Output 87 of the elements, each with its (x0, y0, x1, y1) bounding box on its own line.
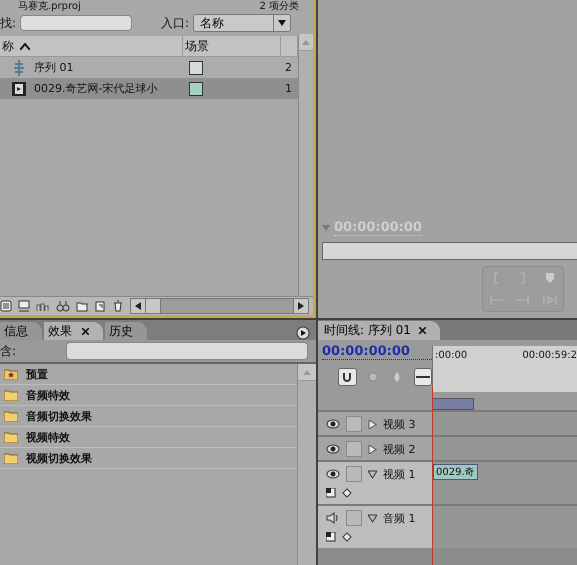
keyframe-icon (342, 532, 352, 542)
table-cell-text: 2 (284, 61, 293, 74)
folder-label: 音频切换效果 (26, 408, 92, 424)
folder-label: 音频特效 (26, 388, 70, 402)
lock-toggle[interactable] (346, 466, 362, 482)
lock-toggle[interactable] (346, 441, 362, 457)
folder-label: 预置 (26, 366, 48, 382)
panel-tab[interactable]: 信息 (0, 322, 42, 340)
folder-label: 视频特效 (26, 430, 70, 444)
effect-folder[interactable]: 视频切换效果 (0, 448, 297, 469)
trash-icon[interactable] (112, 300, 124, 312)
bin-icon[interactable] (76, 300, 88, 312)
marker-icon (368, 372, 378, 382)
eye-icon[interactable] (326, 468, 340, 480)
display-style-icon (326, 488, 336, 498)
eye-icon[interactable] (326, 418, 340, 430)
lock-toggle[interactable] (346, 416, 362, 432)
panel-tab[interactable]: 效果 (44, 322, 103, 340)
eye-icon[interactable] (326, 443, 340, 455)
folder-icon (4, 389, 18, 401)
track-label: 视频 1 (383, 466, 416, 482)
caret-icon (322, 225, 330, 231)
scrollbar[interactable] (298, 34, 313, 296)
column-header[interactable]: 场景 (183, 36, 281, 56)
mark-in-icon[interactable] (492, 272, 500, 284)
panel-tab[interactable]: 历史 (105, 322, 147, 340)
item-name: 0029.奇艺网-宋代足球小 (34, 81, 158, 96)
track-label: 视频 3 (383, 416, 416, 432)
speaker-icon[interactable] (326, 512, 340, 524)
sequence-icon (12, 60, 26, 76)
entry-dropdown[interactable]: 名称 (193, 14, 291, 32)
up-arrow-icon (303, 370, 311, 374)
search-label: 找: (0, 14, 16, 32)
play-in-out-icon[interactable] (542, 294, 558, 306)
snap-button[interactable] (338, 368, 356, 386)
marker-icon[interactable] (544, 272, 555, 284)
icon-view-icon[interactable] (18, 300, 30, 312)
left-arrow-icon (135, 302, 141, 310)
track-label: 音频 1 (383, 510, 416, 526)
caret-icon (278, 20, 286, 26)
folder-label: 视频切换效果 (26, 450, 92, 466)
scrollbar[interactable] (130, 298, 309, 314)
drop-icon (392, 372, 402, 382)
right-arrow-icon (298, 302, 304, 310)
scroll-thumb[interactable] (146, 299, 161, 313)
project-item[interactable]: 0029.奇艺网-宋代足球小 1 (0, 78, 298, 99)
list-view-icon[interactable] (0, 300, 12, 312)
go-to-out-icon[interactable] (514, 294, 531, 306)
find-icon[interactable] (56, 300, 70, 312)
item-name: 序列 01 (34, 60, 74, 75)
up-arrow-icon (302, 40, 310, 44)
magnet-icon (342, 372, 352, 382)
slider-icon (416, 374, 430, 380)
track-label: 视频 2 (383, 442, 416, 456)
effect-folder[interactable]: 视频特效 (0, 427, 297, 448)
preset-folder-icon (4, 368, 18, 380)
ruler-label: :00:00 (435, 350, 468, 361)
search-field[interactable] (20, 15, 132, 31)
entry-label: 入口: (160, 14, 189, 32)
keyframe-icon (342, 488, 352, 498)
effect-folder[interactable]: 音频特效 (0, 385, 297, 406)
timeline-tab[interactable]: 时间线: 序列 01 (318, 321, 440, 340)
mark-out-icon[interactable] (518, 272, 527, 284)
item-count: 2 项分类 (259, 1, 299, 12)
project-item[interactable]: 序列 01 2 (0, 57, 298, 78)
film-icon (12, 80, 26, 96)
search-field[interactable] (66, 342, 308, 360)
effect-folder[interactable]: 预置 (0, 364, 297, 385)
panel-menu-icon[interactable] (296, 326, 310, 340)
zoom-button[interactable] (414, 368, 432, 386)
project-title: 马赛克.prproj (18, 1, 81, 12)
time-ruler[interactable] (322, 242, 577, 260)
clip[interactable]: 0029.奇 (433, 464, 478, 480)
folder-icon (4, 410, 18, 422)
ruler-label: 00:00:59:2 (522, 350, 577, 361)
folder-icon (4, 452, 18, 464)
time-ruler[interactable]: :00:00 00:00:59:2 (432, 346, 577, 392)
column-header[interactable]: 称 (0, 36, 183, 56)
go-to-in-icon[interactable] (488, 294, 504, 306)
display-style-icon (326, 532, 336, 542)
search-label: 含: (0, 342, 16, 360)
scrollbar[interactable] (297, 364, 316, 565)
folder-icon (4, 431, 18, 443)
lock-toggle[interactable] (346, 510, 362, 526)
table-cell-text: 1 (284, 82, 293, 95)
zoom-bar[interactable] (432, 398, 474, 410)
effect-folder[interactable]: 音频切换效果 (0, 406, 297, 427)
